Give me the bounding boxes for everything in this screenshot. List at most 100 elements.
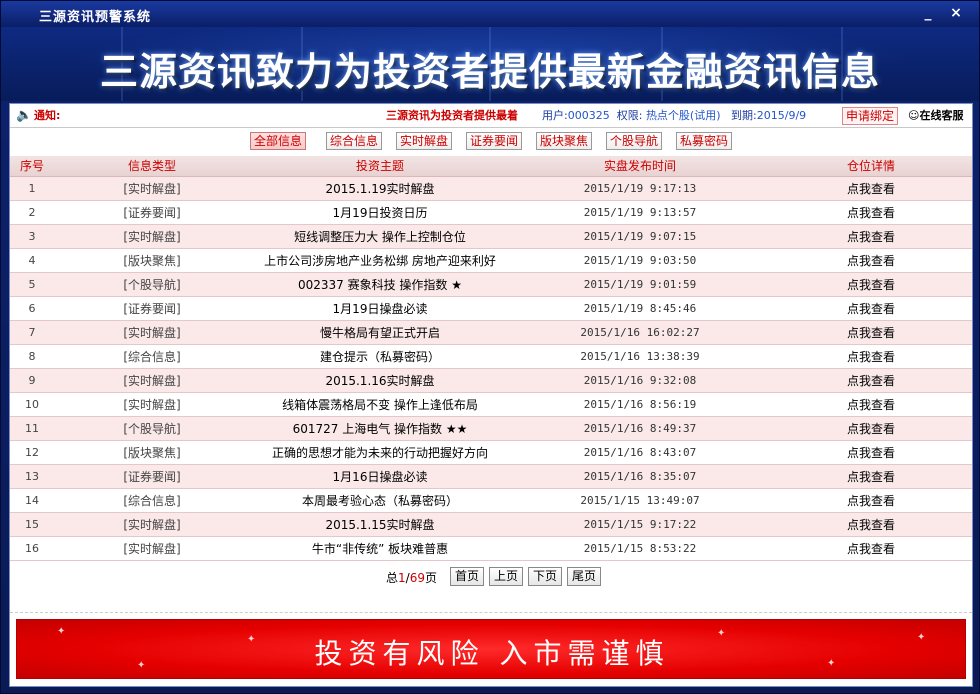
- row-subject-link[interactable]: 牛市“非传统” 板块难普惠: [250, 536, 510, 560]
- title-bar: 三源资讯预警系统 _ ×: [1, 1, 979, 27]
- row-type: [实时解盘]: [123, 397, 181, 412]
- row-time: 2015/1/15 9:17:22: [583, 517, 697, 531]
- row-type: [证券要闻]: [123, 469, 181, 484]
- speaker-icon: 🔈: [16, 108, 33, 123]
- row-detail-link[interactable]: 点我查看: [770, 200, 972, 224]
- row-subject-link[interactable]: 2015.1.16实时解盘: [250, 368, 510, 392]
- row-detail-link[interactable]: 点我查看: [770, 224, 972, 248]
- page-total-prefix: 总: [386, 571, 399, 585]
- total-pages: 69: [409, 571, 425, 585]
- row-subject-link[interactable]: 建仓提示（私募密码）: [250, 344, 510, 368]
- row-index: 4: [28, 253, 36, 267]
- row-detail-link[interactable]: 点我查看: [770, 368, 972, 392]
- row-detail-link[interactable]: 点我查看: [770, 176, 972, 200]
- filter-private-button[interactable]: 私募密码: [676, 132, 733, 150]
- row-detail-link[interactable]: 点我查看: [770, 536, 972, 560]
- online-service-link[interactable]: ☺在线客服: [908, 104, 963, 128]
- row-subject-link[interactable]: 1月19日操盘必读: [250, 296, 510, 320]
- row-time: 2015/1/16 16:02:27: [580, 325, 700, 339]
- app-window: 三源资讯预警系统 _ × 三源资讯致力为投资者提供最新金融资讯信息 🔈 通知: …: [0, 0, 980, 694]
- row-detail-link[interactable]: 点我查看: [770, 248, 972, 272]
- filter-stock-button[interactable]: 个股导航: [606, 132, 663, 150]
- row-detail-link[interactable]: 点我查看: [770, 464, 972, 488]
- permission-value: 热点个股(试用): [645, 109, 721, 122]
- row-index: 8: [28, 349, 36, 363]
- row-type: [个股导航]: [123, 421, 181, 436]
- row-type: [版块聚焦]: [123, 445, 181, 460]
- banner-headline: 三源资讯致力为投资者提供最新金融资讯信息: [99, 50, 880, 94]
- row-type: [实时解盘]: [123, 373, 181, 388]
- col-header-subject: 投资主题: [250, 156, 510, 177]
- filter-news-button[interactable]: 证券要闻: [466, 132, 523, 150]
- pagination: 总1/69页 首页 上页 下页 尾页: [10, 566, 972, 588]
- row-time: 2015/1/19 9:07:15: [583, 229, 697, 243]
- col-header-type: 信息类型: [54, 156, 250, 177]
- row-type: [实时解盘]: [123, 541, 181, 556]
- row-index: 9: [28, 373, 36, 387]
- row-index: 14: [25, 493, 39, 507]
- row-type: [版块聚焦]: [123, 253, 181, 268]
- divider: [10, 612, 972, 613]
- first-page-button[interactable]: 首页: [450, 567, 485, 586]
- header-banner: 三源资讯致力为投资者提供最新金融资讯信息: [1, 27, 979, 101]
- row-detail-link[interactable]: 点我查看: [770, 344, 972, 368]
- row-detail-link[interactable]: 点我查看: [770, 416, 972, 440]
- row-time: 2015/1/19 8:45:46: [583, 301, 697, 315]
- row-subject-link[interactable]: 短线调整压力大 操作上控制仓位: [250, 224, 510, 248]
- row-index: 7: [28, 325, 36, 339]
- row-detail-link[interactable]: 点我查看: [770, 440, 972, 464]
- filter-realtime-button[interactable]: 实时解盘: [396, 132, 453, 150]
- row-subject-link[interactable]: 慢牛格局有望正式开启: [250, 320, 510, 344]
- apply-bind-button[interactable]: 申请绑定: [842, 107, 899, 125]
- filter-all-button[interactable]: 全部信息: [250, 132, 307, 150]
- row-detail-link[interactable]: 点我查看: [770, 512, 972, 536]
- user-label: 用户:: [542, 109, 568, 122]
- table-row: 5 [个股导航] 002337 赛象科技 操作指数 ★ 2015/1/19 9:01:…: [10, 272, 972, 296]
- permission-label: 权限:: [616, 109, 643, 122]
- row-type: [实时解盘]: [123, 325, 181, 340]
- row-index: 10: [25, 397, 39, 411]
- row-subject-link[interactable]: 本周最考验心态（私募密码）: [250, 488, 510, 512]
- prev-page-button[interactable]: 上页: [489, 567, 524, 586]
- table-row: 8 [综合信息] 建仓提示（私募密码） 2015/1/16 13:38:39 点我查看: [10, 344, 972, 368]
- row-subject-link[interactable]: 601727 上海电气 操作指数 ★★: [250, 416, 510, 440]
- row-detail-link[interactable]: 点我查看: [770, 392, 972, 416]
- row-detail-link[interactable]: 点我查看: [770, 296, 972, 320]
- col-header-time: 实盘发布时间: [510, 156, 770, 177]
- row-detail-link[interactable]: 点我查看: [770, 272, 972, 296]
- row-time: 2015/1/19 9:13:57: [583, 205, 697, 219]
- row-subject-link[interactable]: 上市公司涉房地产业务松绑 房地产迎来利好: [250, 248, 510, 272]
- row-subject-link[interactable]: 1月16日操盘必读: [250, 464, 510, 488]
- last-page-button[interactable]: 尾页: [567, 567, 602, 586]
- row-time: 2015/1/15 13:49:07: [580, 493, 700, 507]
- row-subject-link[interactable]: 正确的思想才能为未来的行动把握好方向: [250, 440, 510, 464]
- row-detail-link[interactable]: 点我查看: [770, 488, 972, 512]
- row-time: 2015/1/16 13:38:39: [580, 349, 700, 363]
- window-title: 三源资讯预警系统: [39, 10, 152, 25]
- row-time: 2015/1/19 9:17:13: [583, 181, 697, 195]
- col-header-detail: 仓位详情: [770, 156, 972, 177]
- info-table: 序号 信息类型 投资主题 实盘发布时间 仓位详情 1 [实时解盘] 2015.1.1…: [10, 156, 972, 561]
- filter-general-button[interactable]: 综合信息: [326, 132, 383, 150]
- service-icon: ☺: [908, 109, 920, 122]
- row-detail-link[interactable]: 点我查看: [770, 320, 972, 344]
- row-type: [证券要闻]: [123, 205, 181, 220]
- row-subject-link[interactable]: 2015.1.19实时解盘: [250, 176, 510, 200]
- row-subject-link[interactable]: 1月19日投资日历: [250, 200, 510, 224]
- next-page-button[interactable]: 下页: [528, 567, 563, 586]
- row-subject-link[interactable]: 2015.1.15实时解盘: [250, 512, 510, 536]
- table-row: 7 [实时解盘] 慢牛格局有望正式开启 2015/1/16 16:02:27 点我查看: [10, 320, 972, 344]
- row-type: [实时解盘]: [123, 517, 181, 532]
- row-subject-link[interactable]: 线箱体震荡格局不变 操作上逢低布局: [250, 392, 510, 416]
- close-button[interactable]: ×: [945, 4, 967, 22]
- row-index: 16: [25, 541, 39, 555]
- filter-sector-button[interactable]: 版块聚焦: [536, 132, 593, 150]
- notice-marquee: 三源资讯为投资者提供最着: [386, 109, 518, 122]
- table-row: 3 [实时解盘] 短线调整压力大 操作上控制仓位 2015/1/19 9:07:15 点…: [10, 224, 972, 248]
- table-row: 10 [实时解盘] 线箱体震荡格局不变 操作上逢低布局 2015/1/16 8:56:…: [10, 392, 972, 416]
- filter-bar: 全部信息 综合信息 实时解盘 证券要闻 版块聚焦 个股导航 私募密码: [10, 132, 972, 152]
- minimize-button[interactable]: _: [917, 4, 939, 22]
- row-subject-link[interactable]: 002337 赛象科技 操作指数 ★: [250, 272, 510, 296]
- table-row: 11 [个股导航] 601727 上海电气 操作指数 ★★ 2015/1/16 8:4…: [10, 416, 972, 440]
- table-row: 14 [综合信息] 本周最考验心态（私募密码） 2015/1/15 13:49:07 点…: [10, 488, 972, 512]
